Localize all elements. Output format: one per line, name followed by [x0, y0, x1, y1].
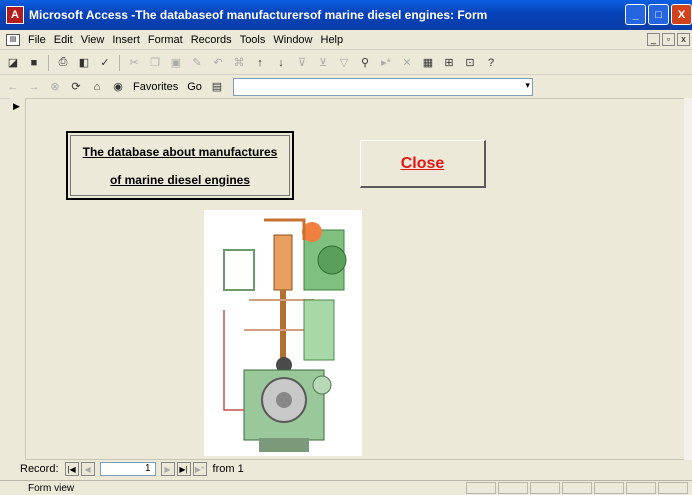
close-button-label: Close — [400, 154, 445, 172]
favorites-menu[interactable]: Favorites — [130, 81, 181, 93]
menu-window[interactable]: Window — [273, 34, 312, 46]
record-selector[interactable]: ▶ — [10, 98, 26, 460]
refresh-icon[interactable]: ⟳ — [67, 78, 85, 96]
forward-icon[interactable]: → — [25, 78, 43, 96]
form-view-toolbar: ◪ ■ ⎙ ◧ ✓ ✂ ❐ ▣ ✎ ↶ ⌘ ↑ ↓ ⊽ ⊻ ▽ ⚲ ▸* ✕ ▦… — [0, 51, 692, 75]
database-window-icon[interactable]: ⊞ — [440, 54, 458, 72]
record-count-text: from 1 — [212, 463, 244, 475]
form-doc-icon[interactable]: ▤ — [6, 33, 20, 46]
filter-by-form-icon[interactable]: ⊻ — [314, 54, 332, 72]
properties-icon[interactable]: ▦ — [419, 54, 437, 72]
home-icon[interactable]: ⌂ — [88, 78, 106, 96]
menu-records[interactable]: Records — [191, 34, 232, 46]
last-record-icon[interactable]: ▶| — [176, 462, 191, 476]
record-navigation-bar: Record: |◀ ◀ 1 ▶ ▶| ▶* from 1 — [20, 460, 244, 478]
new-record-nav-icon[interactable]: ▶* — [192, 462, 207, 476]
sort-ascending-icon[interactable]: ↑ — [251, 54, 269, 72]
close-form-button[interactable]: Close — [360, 140, 486, 188]
maximize-button[interactable]: □ — [648, 4, 669, 25]
title-bar: A Microsoft Access -The databaseof manuf… — [0, 0, 692, 30]
status-bar: Form view — [0, 480, 692, 495]
window-title: Microsoft Access -The databaseof manufac… — [29, 8, 488, 22]
next-record-icon[interactable]: ▶ — [160, 462, 175, 476]
show-only-web-toolbar-icon[interactable]: ▤ — [208, 78, 226, 96]
form-title-line1: The database about manufactures — [82, 144, 278, 159]
menu-tools[interactable]: Tools — [240, 34, 266, 46]
view-icon[interactable]: ◪ — [4, 54, 22, 72]
form-title-line2: of marine diesel engines — [109, 172, 251, 187]
close-window-button[interactable]: X — [671, 4, 692, 25]
vertical-scrollbar[interactable] — [684, 98, 692, 460]
back-icon[interactable]: ← — [4, 78, 22, 96]
menu-view[interactable]: View — [81, 34, 105, 46]
cut-icon[interactable]: ✂ — [125, 54, 143, 72]
form-title-label: The database about manufactures of marin… — [66, 131, 294, 200]
sort-descending-icon[interactable]: ↓ — [272, 54, 290, 72]
menu-edit[interactable]: Edit — [54, 34, 73, 46]
spelling-icon[interactable]: ✓ — [96, 54, 114, 72]
doc-minimize-button[interactable]: _ — [647, 33, 660, 46]
save-icon[interactable]: ■ — [25, 54, 43, 72]
hyperlink-icon[interactable]: ⌘ — [230, 54, 248, 72]
search-web-icon[interactable]: ◉ — [109, 78, 127, 96]
doc-restore-button[interactable]: ▫ — [662, 33, 675, 46]
help-icon[interactable]: ? — [482, 54, 500, 72]
new-object-icon[interactable]: ⊡ — [461, 54, 479, 72]
print-preview-icon[interactable]: ◧ — [75, 54, 93, 72]
menu-insert[interactable]: Insert — [112, 34, 140, 46]
delete-record-icon[interactable]: ✕ — [398, 54, 416, 72]
first-record-icon[interactable]: |◀ — [64, 462, 79, 476]
print-icon[interactable]: ⎙ — [54, 54, 72, 72]
find-icon[interactable]: ⚲ — [356, 54, 374, 72]
web-toolbar: ← → ⊗ ⟳ ⌂ ◉ Favorites Go ▤ ▾ — [0, 75, 692, 99]
record-label: Record: — [20, 463, 59, 475]
access-icon: A — [6, 6, 24, 24]
previous-record-icon[interactable]: ◀ — [80, 462, 95, 476]
stop-icon[interactable]: ⊗ — [46, 78, 64, 96]
minimize-button[interactable]: _ — [625, 4, 646, 25]
go-menu[interactable]: Go — [184, 81, 205, 93]
diesel-engine-image — [204, 210, 362, 456]
apply-filter-icon[interactable]: ▽ — [335, 54, 353, 72]
filter-by-selection-icon[interactable]: ⊽ — [293, 54, 311, 72]
copy-icon[interactable]: ❐ — [146, 54, 164, 72]
menu-bar: ▤ File Edit View Insert Format Records T… — [0, 30, 692, 50]
menu-help[interactable]: Help — [321, 34, 344, 46]
current-record-arrow-icon: ▶ — [13, 101, 20, 111]
menu-format[interactable]: Format — [148, 34, 183, 46]
paste-icon[interactable]: ▣ — [167, 54, 185, 72]
menu-file[interactable]: File — [28, 34, 46, 46]
doc-close-button[interactable]: x — [677, 33, 690, 46]
status-text: Form view — [28, 482, 75, 494]
record-number-input[interactable]: 1 — [99, 462, 156, 476]
chevron-down-icon[interactable]: ▾ — [525, 80, 530, 91]
new-record-icon[interactable]: ▸* — [377, 54, 395, 72]
format-painter-icon[interactable]: ✎ — [188, 54, 206, 72]
undo-icon[interactable]: ↶ — [209, 54, 227, 72]
address-field[interactable]: ▾ — [232, 77, 533, 96]
